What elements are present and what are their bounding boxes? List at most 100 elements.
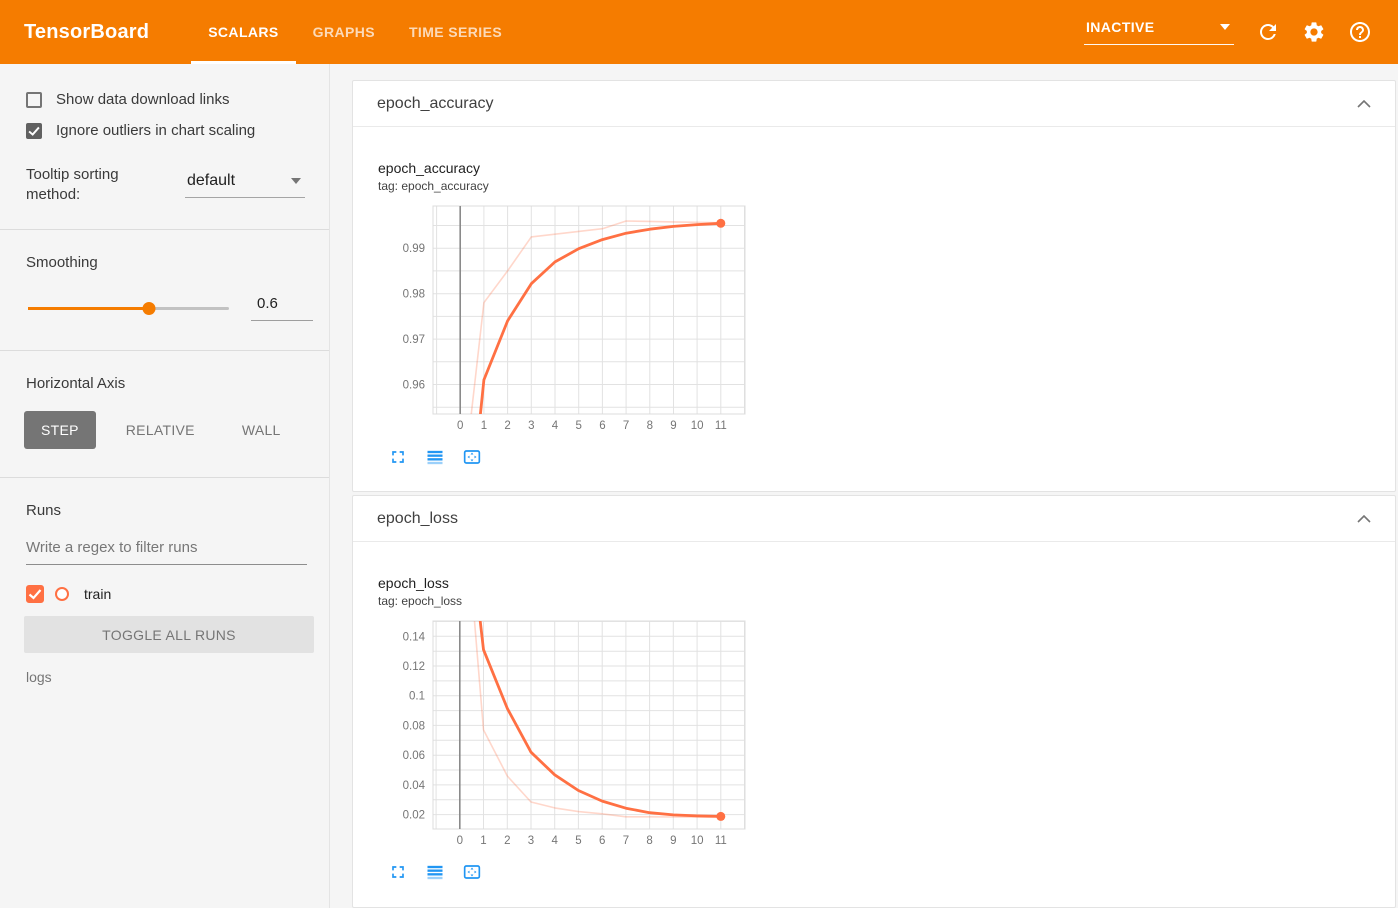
chart-title: epoch_loss bbox=[378, 575, 449, 591]
svg-text:0.97: 0.97 bbox=[403, 334, 425, 346]
checkbox-unchecked-icon[interactable] bbox=[26, 91, 42, 108]
slider-thumb[interactable] bbox=[142, 302, 156, 315]
tab-time-series[interactable]: TIME SERIES bbox=[392, 0, 519, 64]
scalar-line-chart-epoch-loss[interactable]: 0.02 0.04 0.06 0.08 0.1 0.12 0.14 0 1 2 3 4 5 6 7 8 9 10 1… bbox=[377, 618, 759, 852]
svg-text:3: 3 bbox=[528, 420, 534, 432]
svg-text:0.02: 0.02 bbox=[403, 810, 425, 822]
svg-text:5: 5 bbox=[575, 835, 581, 847]
toggle-all-runs-button[interactable]: TOGGLE ALL RUNS bbox=[24, 616, 314, 653]
horizontal-axis-options: STEP RELATIVE WALL bbox=[24, 411, 305, 449]
main-panel: epoch_accuracy epoch_accuracy tag: epoch… bbox=[330, 64, 1398, 908]
svg-text:10: 10 bbox=[691, 835, 704, 847]
chart-tag: tag: epoch_accuracy bbox=[378, 179, 489, 193]
chart-block: epoch_accuracy tag: epoch_accuracy 0.96 0… bbox=[377, 160, 761, 467]
scalar-line-chart-epoch-accuracy[interactable]: 0.96 0.97 0.98 0.99 0 1 2 3 4 5 6 7 8 9 10 11 bbox=[377, 203, 759, 437]
svg-text:0.1: 0.1 bbox=[409, 691, 425, 703]
status-label: INACTIVE bbox=[1086, 19, 1155, 35]
runs-title: Runs bbox=[26, 502, 62, 519]
run-filter-input[interactable] bbox=[26, 539, 307, 565]
expand-icon[interactable] bbox=[388, 862, 408, 882]
svg-text:0.12: 0.12 bbox=[403, 661, 425, 673]
show-download-links-checkbox-row[interactable]: Show data download links bbox=[26, 91, 305, 108]
run-row-train[interactable]: train bbox=[26, 585, 305, 603]
smoothing-slider[interactable] bbox=[28, 301, 229, 315]
axis-option-relative[interactable]: RELATIVE bbox=[109, 411, 212, 449]
svg-text:3: 3 bbox=[528, 835, 534, 847]
reload-status-dropdown[interactable]: INACTIVE bbox=[1084, 19, 1234, 45]
tooltip-sorting-value: default bbox=[187, 172, 236, 189]
refresh-icon bbox=[1260, 24, 1276, 40]
axis-option-wall[interactable]: WALL bbox=[225, 411, 298, 449]
svg-text:0.06: 0.06 bbox=[403, 750, 425, 762]
svg-text:0: 0 bbox=[457, 420, 463, 432]
svg-text:0.96: 0.96 bbox=[403, 380, 425, 392]
scalar-card-epoch-accuracy: epoch_accuracy epoch_accuracy tag: epoch… bbox=[352, 80, 1396, 492]
scalar-card-epoch-loss: epoch_loss epoch_loss tag: epoch_loss 0.… bbox=[352, 495, 1396, 908]
ignore-outliers-checkbox-row[interactable]: Ignore outliers in chart scaling bbox=[26, 122, 305, 139]
smoothing-label: Smoothing bbox=[26, 254, 98, 271]
lines-icon[interactable] bbox=[425, 862, 445, 882]
lines-icon[interactable] bbox=[425, 447, 445, 467]
tooltip-sorting-row: Tooltip sorting method: default bbox=[26, 165, 305, 205]
slider-fill bbox=[28, 307, 149, 310]
svg-text:6: 6 bbox=[599, 835, 605, 847]
checkbox-label: Show data download links bbox=[56, 91, 230, 108]
tooltip-sorting-dropdown[interactable]: default bbox=[185, 172, 305, 198]
run-name: train bbox=[84, 586, 112, 602]
smoothing-value[interactable]: 0.6 bbox=[251, 295, 313, 321]
app-title: TensorBoard bbox=[24, 20, 150, 43]
app-header: TensorBoard SCALARS GRAPHS TIME SERIES I… bbox=[0, 0, 1398, 64]
svg-text:1: 1 bbox=[481, 420, 487, 432]
svg-text:0.04: 0.04 bbox=[403, 780, 426, 792]
svg-text:0.98: 0.98 bbox=[403, 289, 425, 301]
svg-text:8: 8 bbox=[646, 835, 652, 847]
sidebar: Show data download links Ignore outliers… bbox=[0, 64, 330, 908]
chevron-down-icon bbox=[291, 178, 301, 184]
svg-text:5: 5 bbox=[575, 420, 581, 432]
svg-text:0.08: 0.08 bbox=[403, 720, 425, 732]
svg-text:0: 0 bbox=[457, 835, 463, 847]
expand-icon[interactable] bbox=[388, 447, 408, 467]
tab-scalars[interactable]: SCALARS bbox=[191, 0, 295, 64]
run-checkbox-icon[interactable] bbox=[26, 585, 44, 603]
card-title: epoch_loss bbox=[377, 509, 458, 527]
svg-text:1: 1 bbox=[480, 835, 486, 847]
gear-icon bbox=[1304, 22, 1324, 42]
chevron-up-icon[interactable] bbox=[1357, 99, 1371, 108]
chevron-down-icon bbox=[1220, 24, 1230, 30]
settings-button[interactable] bbox=[1302, 20, 1326, 44]
chevron-up-icon[interactable] bbox=[1357, 514, 1371, 523]
help-icon bbox=[1350, 22, 1370, 42]
card-title: epoch_accuracy bbox=[377, 94, 494, 112]
svg-text:0.99: 0.99 bbox=[403, 243, 425, 255]
refresh-button[interactable] bbox=[1256, 20, 1280, 44]
checkbox-checked-icon[interactable] bbox=[26, 122, 42, 139]
svg-text:11: 11 bbox=[715, 420, 727, 432]
run-color-swatch[interactable] bbox=[55, 587, 69, 601]
svg-text:4: 4 bbox=[551, 835, 558, 847]
chart-block: epoch_loss tag: epoch_loss 0.02 0.04 0.06 0… bbox=[377, 575, 761, 882]
svg-text:0.14: 0.14 bbox=[403, 631, 426, 643]
fit-data-icon[interactable] bbox=[462, 447, 482, 467]
smoothing-row: 0.6 bbox=[28, 295, 313, 321]
card-header[interactable]: epoch_loss bbox=[353, 496, 1395, 542]
chart-actions bbox=[388, 447, 761, 467]
svg-text:2: 2 bbox=[504, 420, 510, 432]
horizontal-axis-label: Horizontal Axis bbox=[26, 375, 126, 392]
svg-text:10: 10 bbox=[691, 420, 704, 432]
tab-bar: SCALARS GRAPHS TIME SERIES bbox=[191, 0, 519, 64]
svg-text:9: 9 bbox=[670, 835, 676, 847]
tooltip-sorting-label: Tooltip sorting method: bbox=[26, 166, 119, 203]
tab-graphs[interactable]: GRAPHS bbox=[296, 0, 392, 64]
chart-title: epoch_accuracy bbox=[378, 160, 480, 176]
chart-tag: tag: epoch_loss bbox=[378, 594, 463, 608]
chart-actions bbox=[388, 862, 761, 882]
card-header[interactable]: epoch_accuracy bbox=[353, 81, 1395, 127]
svg-text:9: 9 bbox=[670, 420, 676, 432]
fit-data-icon[interactable] bbox=[462, 862, 482, 882]
axis-option-step[interactable]: STEP bbox=[24, 411, 96, 449]
svg-text:7: 7 bbox=[623, 420, 629, 432]
help-button[interactable] bbox=[1348, 20, 1372, 44]
svg-text:6: 6 bbox=[599, 420, 605, 432]
svg-text:7: 7 bbox=[623, 835, 629, 847]
